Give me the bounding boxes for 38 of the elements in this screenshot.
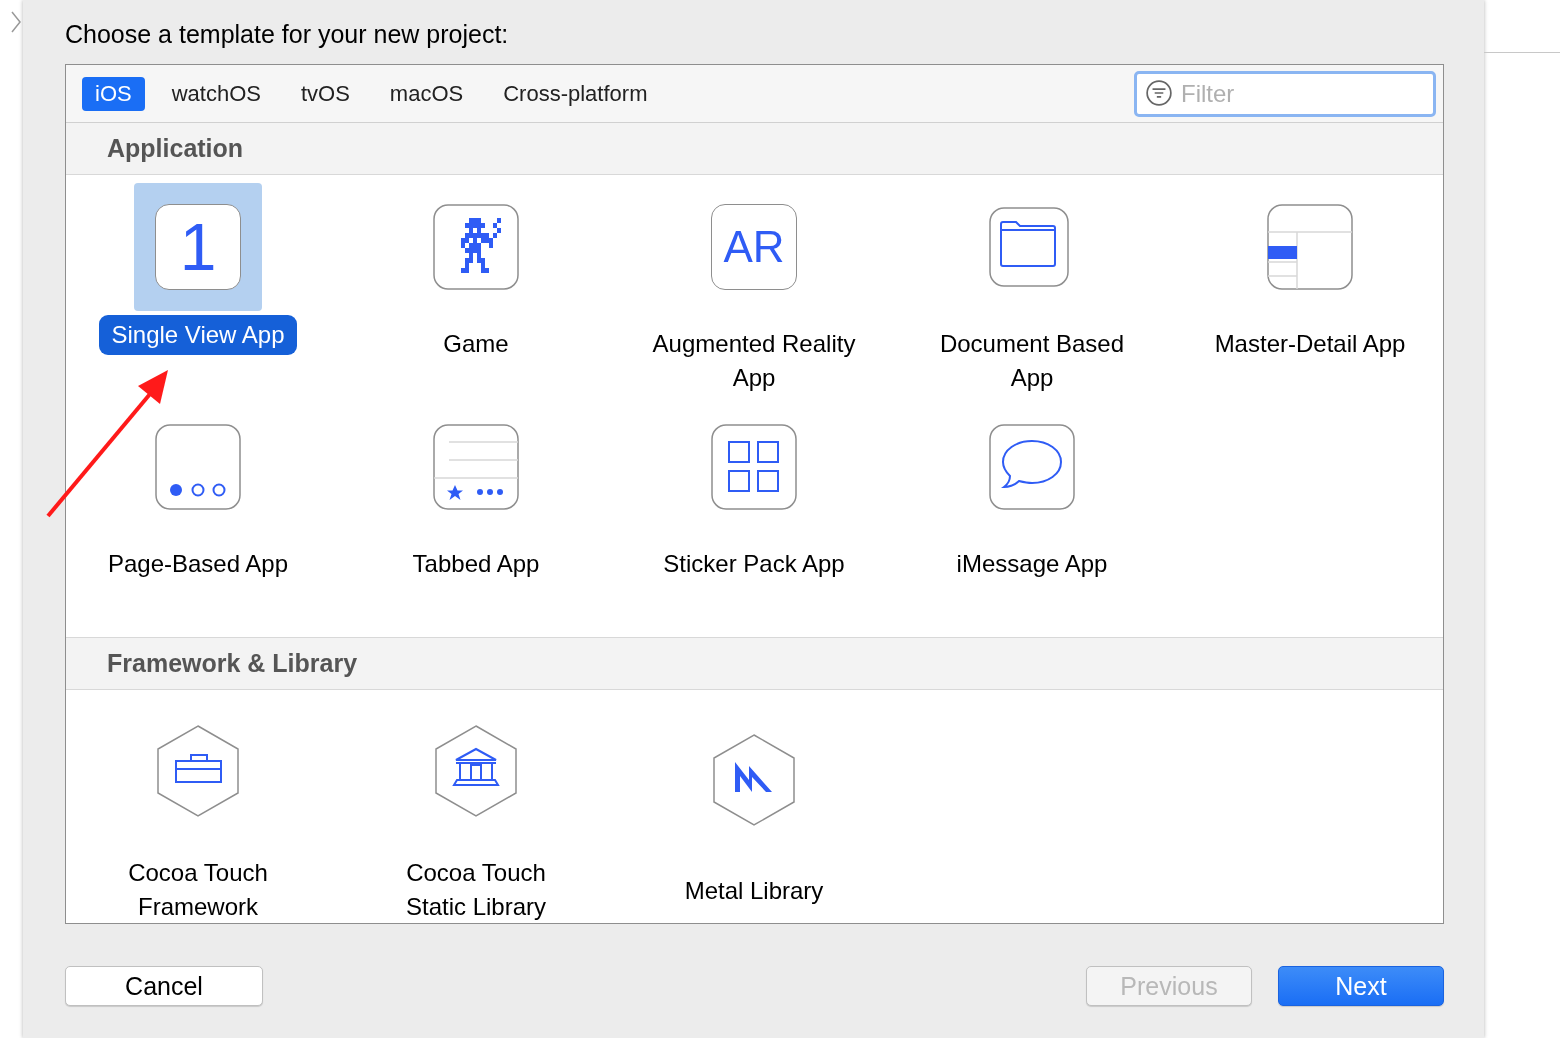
building-icon bbox=[434, 725, 518, 817]
section-header: Framework & Library bbox=[66, 637, 1443, 690]
template-label[interactable]: Document Based App bbox=[918, 327, 1146, 395]
platform-tab[interactable]: Cross-platform bbox=[490, 76, 661, 111]
template-label[interactable]: Master-Detail App bbox=[1202, 327, 1418, 361]
platform-tab[interactable]: watchOS bbox=[158, 76, 274, 111]
template-label[interactable]: Tabbed App bbox=[400, 547, 552, 581]
tab-bar-icon bbox=[433, 424, 519, 510]
section-header: Application bbox=[66, 123, 1443, 175]
platform-tab[interactable]: tvOS bbox=[287, 76, 363, 111]
template-label[interactable]: Sticker Pack App bbox=[651, 547, 857, 581]
dialog-button[interactable]: Next bbox=[1278, 966, 1444, 1006]
template-label[interactable]: iMessage App bbox=[944, 547, 1120, 581]
dialog-button[interactable]: Cancel bbox=[65, 966, 263, 1006]
icon-glyph: AR bbox=[723, 225, 785, 269]
template-label[interactable]: Metal Library bbox=[672, 874, 836, 908]
speech-bubble-icon bbox=[989, 424, 1075, 510]
split-view-icon bbox=[1267, 204, 1353, 290]
pixel-character-icon bbox=[433, 204, 519, 290]
grid-icon bbox=[711, 424, 797, 510]
dialog-title: Choose a template for your new project: bbox=[65, 19, 510, 50]
template-label[interactable]: Augmented Reality App bbox=[640, 327, 868, 395]
platform-tab[interactable]: macOS bbox=[376, 76, 477, 111]
filter-icon bbox=[1145, 78, 1173, 107]
icon-glyph: 1 bbox=[179, 214, 217, 280]
icon-slot[interactable]: AR bbox=[690, 183, 818, 311]
filter-field[interactable]: Filter bbox=[1134, 70, 1436, 117]
chevron-icon[interactable] bbox=[10, 10, 22, 34]
template-label[interactable]: Single View App bbox=[99, 315, 297, 355]
template-label[interactable]: Game bbox=[431, 327, 521, 361]
template-label[interactable]: Cocoa Touch Framework bbox=[84, 856, 312, 924]
toolbox-icon bbox=[156, 725, 240, 817]
template-label[interactable]: Page-Based App bbox=[95, 547, 301, 581]
platform-tab[interactable]: iOS bbox=[82, 76, 145, 111]
template-label[interactable]: Cocoa Touch Static Library bbox=[362, 856, 590, 924]
page-dots-icon bbox=[155, 424, 241, 510]
selection-highlight[interactable]: 1 bbox=[134, 183, 262, 311]
metal-logo-icon bbox=[712, 734, 796, 826]
